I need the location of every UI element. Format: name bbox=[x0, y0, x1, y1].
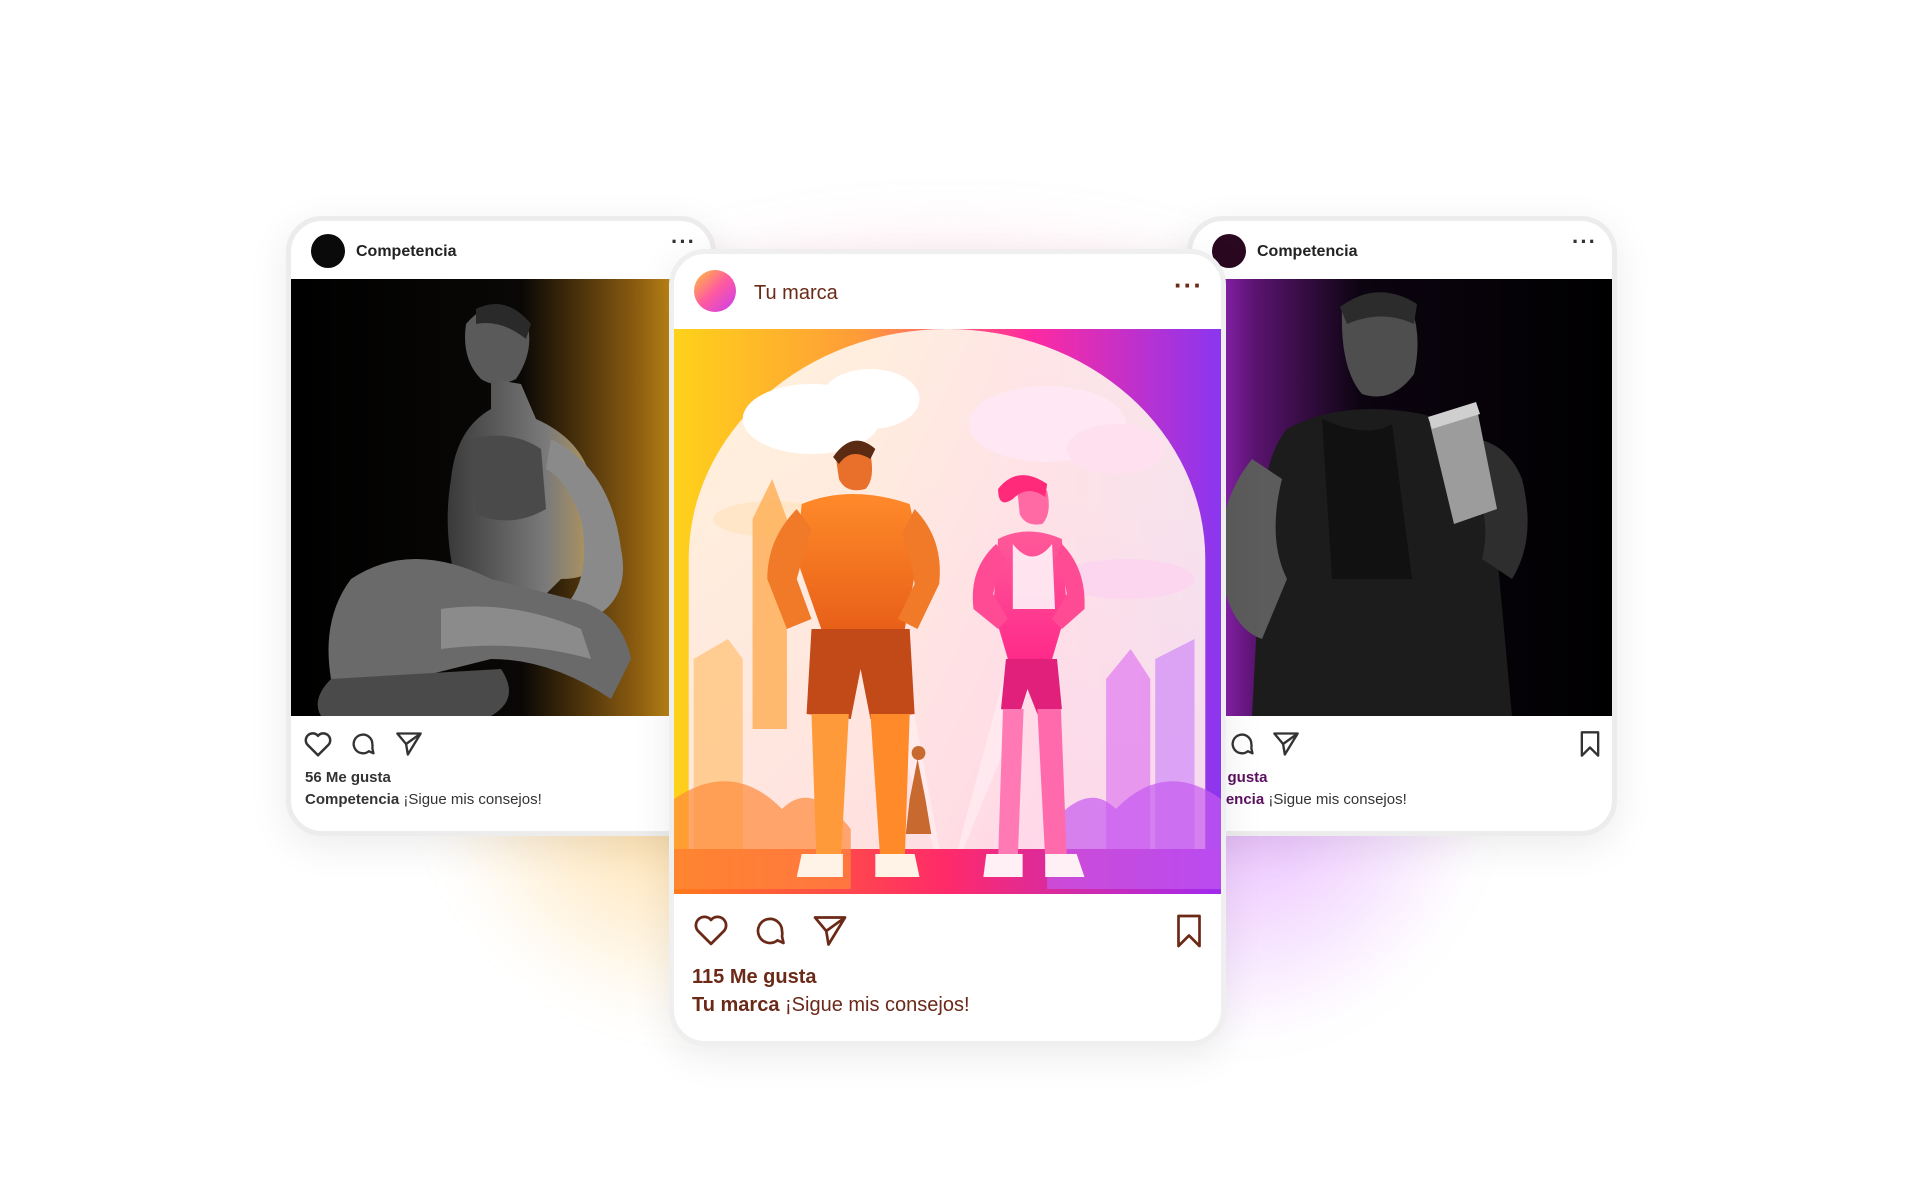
comment-icon[interactable] bbox=[1228, 730, 1256, 758]
post-username[interactable]: Competencia bbox=[356, 243, 456, 261]
caption-username[interactable]: Tu marca bbox=[692, 994, 779, 1016]
post-header: Competencia ··· bbox=[291, 221, 711, 279]
woman-athlete-illustration bbox=[291, 279, 711, 716]
post-image[interactable] bbox=[1192, 279, 1612, 716]
comment-icon[interactable] bbox=[349, 730, 377, 758]
caption-username[interactable]: Competencia bbox=[305, 791, 399, 808]
post-header: Tu marca ··· bbox=[674, 254, 1221, 324]
share-icon[interactable] bbox=[812, 913, 848, 949]
competitor-post-right: Competencia ··· 5 Me gusta mpetencia ¡Si… bbox=[1187, 216, 1617, 836]
more-options-icon[interactable]: ··· bbox=[1572, 229, 1597, 255]
post-caption: Tu marca ¡Sigue mis consejos! bbox=[692, 994, 970, 1017]
post-image[interactable] bbox=[291, 279, 711, 716]
fitness-couple-illustration bbox=[674, 329, 1221, 894]
share-icon[interactable] bbox=[395, 730, 423, 758]
post-caption: Competencia ¡Sigue mis consejos! bbox=[305, 791, 542, 808]
avatar[interactable] bbox=[311, 234, 345, 268]
brand-post-center: Tu marca ··· 115 Me gusta Tu marca ¡Sigu… bbox=[669, 249, 1226, 1046]
caption-text: ¡Sigue mis consejos! bbox=[403, 791, 542, 808]
post-actions bbox=[1192, 726, 1612, 766]
heart-icon[interactable] bbox=[303, 730, 333, 758]
brand-avatar[interactable] bbox=[694, 270, 736, 312]
caption-text: ¡Sigue mis consejos! bbox=[1268, 791, 1407, 808]
competitor-post-left: Competencia ··· 56 Me gusta Competencia … bbox=[286, 216, 716, 836]
post-username[interactable]: Competencia bbox=[1257, 243, 1357, 261]
more-options-icon[interactable]: ··· bbox=[1174, 270, 1203, 301]
post-username[interactable]: Tu marca bbox=[754, 282, 838, 305]
post-actions bbox=[674, 909, 1221, 953]
comment-icon[interactable] bbox=[752, 913, 788, 949]
post-image[interactable] bbox=[674, 329, 1221, 894]
bookmark-icon[interactable] bbox=[1578, 730, 1602, 758]
likes-count[interactable]: 56 Me gusta bbox=[305, 769, 391, 786]
bookmark-icon[interactable] bbox=[1174, 913, 1204, 949]
heart-icon[interactable] bbox=[692, 913, 730, 947]
post-actions bbox=[291, 726, 711, 766]
caption-text: ¡Sigue mis consejos! bbox=[785, 994, 970, 1016]
likes-count[interactable]: 115 Me gusta bbox=[692, 966, 817, 989]
post-header: Competencia ··· bbox=[1192, 221, 1612, 279]
share-icon[interactable] bbox=[1272, 730, 1300, 758]
man-with-shaker-illustration bbox=[1192, 279, 1612, 716]
stage: Competencia ··· 56 Me gusta Competencia … bbox=[0, 0, 1912, 1200]
